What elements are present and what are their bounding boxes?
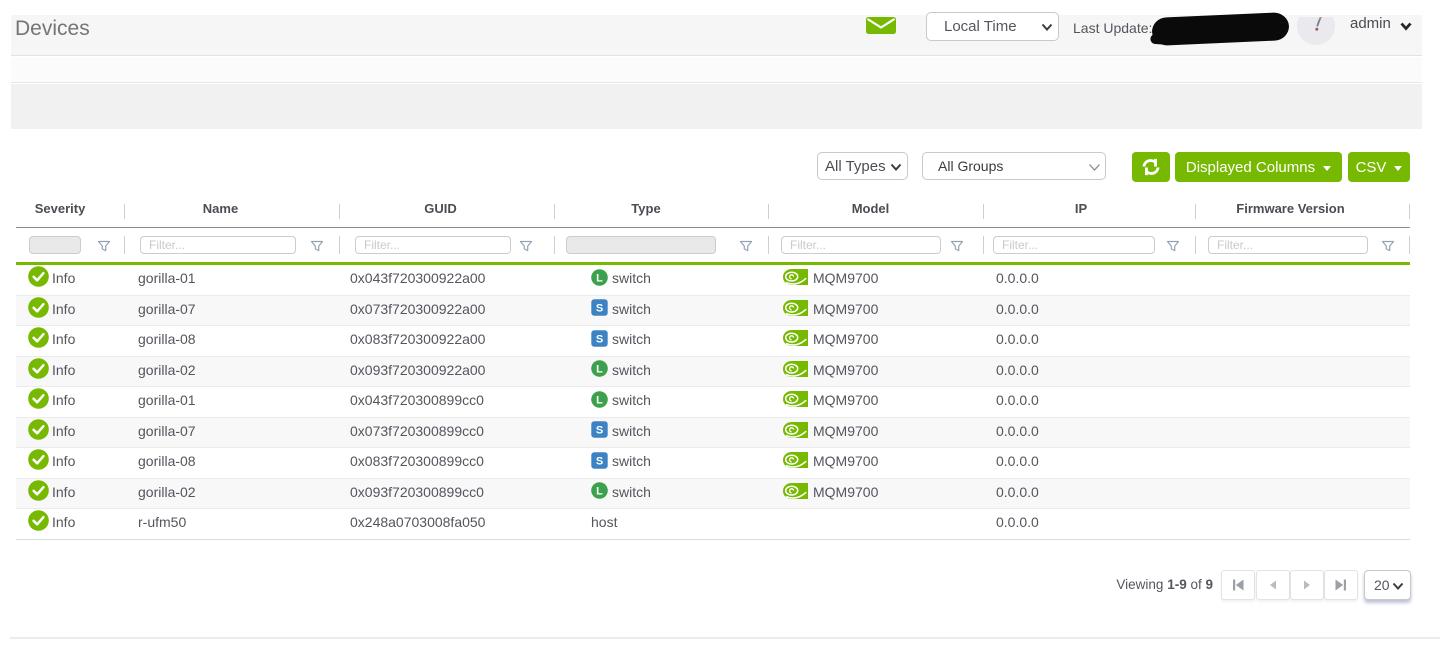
svg-text:L: L [596, 486, 603, 498]
svg-text:S: S [596, 333, 603, 345]
svg-text:S: S [596, 303, 603, 315]
svg-text:L: L [596, 364, 603, 376]
svg-text:L: L [596, 272, 603, 284]
svg-text:S: S [596, 455, 603, 467]
svg-text:L: L [596, 394, 603, 406]
svg-text:S: S [596, 425, 603, 437]
